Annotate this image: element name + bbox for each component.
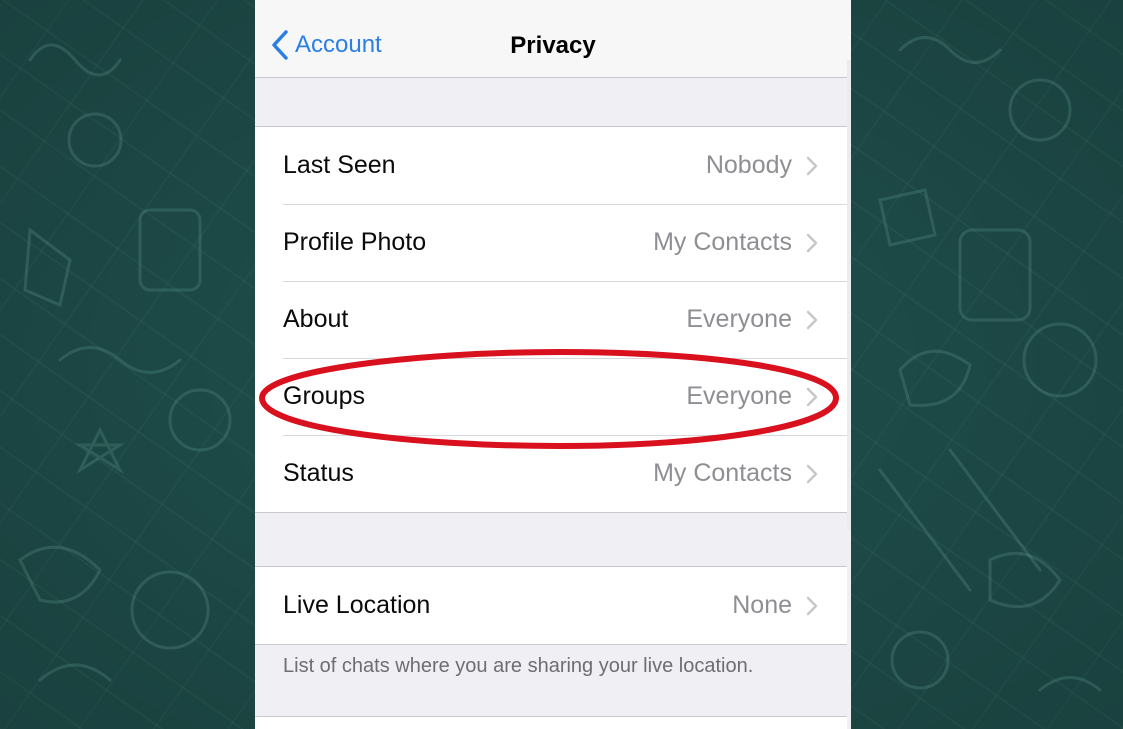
- settings-row-last-seen[interactable]: Last Seen Nobody: [255, 127, 847, 204]
- privacy-settings-group: Last Seen Nobody Profile Photo My Contac…: [255, 126, 847, 513]
- row-value: My Contacts: [653, 459, 792, 487]
- row-value: My Contacts: [653, 228, 792, 256]
- row-value: Nobody: [705, 151, 792, 179]
- chevron-right-icon: [806, 233, 818, 253]
- navigation-bar: Account Privacy: [255, 0, 851, 78]
- privacy-screen: Account Privacy Last Seen Nobody Profile…: [255, 0, 851, 729]
- row-value: Everyone: [686, 382, 792, 410]
- row-label: Status: [283, 459, 354, 487]
- row-label: About: [283, 305, 349, 333]
- settings-row-status[interactable]: Status My Contacts: [255, 435, 847, 512]
- live-location-group: Live Location None: [255, 566, 847, 645]
- row-value: Everyone: [686, 305, 792, 333]
- next-section-edge: [255, 716, 847, 729]
- row-label: Groups: [283, 382, 365, 410]
- row-value: None: [732, 591, 792, 619]
- chevron-right-icon: [806, 310, 818, 330]
- scroll-track: [847, 60, 851, 530]
- page-title: Privacy: [510, 32, 596, 59]
- row-label: Live Location: [283, 591, 431, 619]
- chevron-right-icon: [806, 596, 818, 616]
- chevron-right-icon: [806, 387, 818, 407]
- settings-row-about[interactable]: About Everyone: [255, 281, 847, 358]
- settings-row-profile-photo[interactable]: Profile Photo My Contacts: [255, 204, 847, 281]
- chevron-right-icon: [806, 464, 818, 484]
- row-label: Profile Photo: [283, 228, 427, 256]
- settings-row-groups[interactable]: Groups Everyone: [255, 358, 847, 435]
- live-location-footnote: List of chats where you are sharing your…: [283, 655, 754, 677]
- settings-row-live-location[interactable]: Live Location None: [255, 567, 847, 644]
- row-label: Last Seen: [283, 151, 396, 179]
- chevron-right-icon: [806, 156, 818, 176]
- screenshot-stage: Account Privacy Last Seen Nobody Profile…: [0, 0, 1123, 729]
